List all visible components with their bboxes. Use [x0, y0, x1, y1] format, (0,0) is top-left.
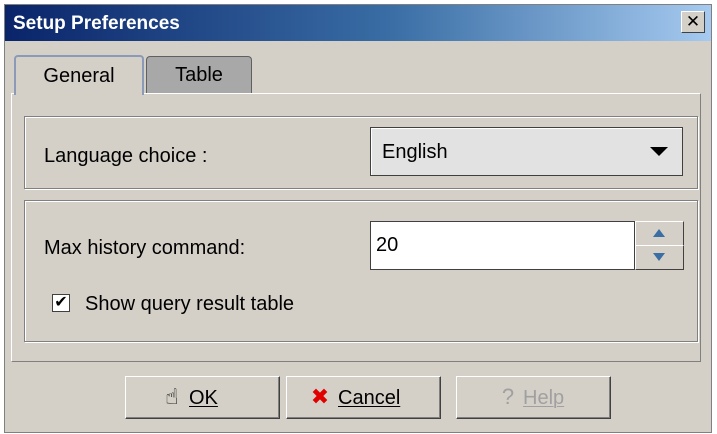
arrow-down-icon	[653, 253, 665, 261]
tab-table[interactable]: Table	[146, 56, 252, 93]
question-mark-icon: ?	[501, 384, 515, 409]
ok-button[interactable]: ☝ OK	[125, 376, 280, 419]
language-dropdown-value: English	[382, 141, 448, 163]
cancel-button-label: Cancel	[338, 387, 401, 409]
ok-button-label: OK	[189, 387, 218, 409]
tab-table-label: Table	[175, 64, 223, 86]
dialog-title: Setup Preferences	[13, 13, 180, 34]
language-dropdown[interactable]: English	[370, 127, 683, 176]
spinner-up-button[interactable]	[635, 221, 684, 246]
spinner-down-button[interactable]	[635, 245, 684, 270]
arrow-up-icon	[653, 229, 665, 237]
hand-pointer-icon: ☝	[165, 384, 179, 409]
show-query-result-checkbox[interactable]: ✔	[52, 294, 70, 312]
max-history-label: Max history command:	[44, 237, 246, 259]
tab-general[interactable]: General	[14, 55, 144, 95]
red-x-icon: ✖	[310, 384, 330, 409]
checkmark-icon: ✔	[54, 294, 68, 311]
max-history-input[interactable]: 20	[370, 221, 635, 270]
help-button[interactable]: ? Help	[456, 376, 611, 419]
max-history-value: 20	[376, 234, 399, 256]
language-choice-label: Language choice :	[44, 145, 208, 167]
show-query-result-label[interactable]: Show query result table	[85, 292, 294, 316]
title-bar[interactable]: Setup Preferences ✕	[5, 5, 711, 41]
chevron-down-icon	[650, 147, 668, 156]
close-button[interactable]: ✕	[681, 11, 705, 33]
close-icon: ✕	[685, 12, 701, 31]
cancel-button[interactable]: ✖ Cancel	[286, 376, 441, 419]
help-button-label: Help	[523, 387, 565, 409]
tab-general-label: General	[43, 65, 115, 87]
